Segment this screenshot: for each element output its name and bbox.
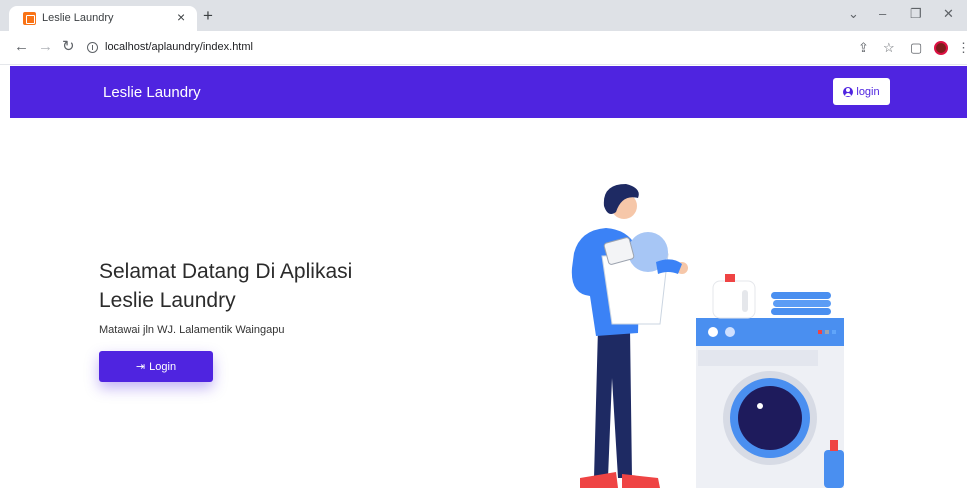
menu-icon[interactable]: ⋮ [957, 40, 967, 56]
tab-title: Leslie Laundry [42, 12, 114, 24]
hero-title-line: Selamat Datang Di Aplikasi [99, 260, 353, 283]
new-tab-icon[interactable]: + [203, 7, 213, 24]
user-circle-icon [843, 86, 854, 97]
favicon-icon [23, 12, 36, 25]
tab-search-icon[interactable]: ⌄ [848, 6, 859, 22]
browser-toolbar: ← → ↻ localhost/aplaundry/index.html ⇪ ☆… [0, 31, 967, 65]
bookmark-star-icon[interactable]: ☆ [883, 40, 895, 56]
page: Leslie Laundry × + ⌄ – ❐ ✕ ← → ↻ localho… [0, 0, 967, 488]
sign-in-icon: ⇥ [135, 360, 146, 373]
back-icon[interactable]: ← [14, 39, 29, 55]
profile-avatar-icon[interactable] [934, 41, 948, 55]
brand-title[interactable]: Leslie Laundry [103, 84, 201, 101]
forward-icon[interactable]: → [38, 39, 53, 55]
hero-login-button[interactable]: ⇥ Login [99, 351, 213, 382]
browser-tab[interactable]: Leslie Laundry × [9, 6, 197, 31]
hero-address: Matawai jln WJ. Lalamentik Waingapu [99, 324, 285, 336]
restore-icon[interactable]: ❐ [910, 6, 922, 22]
reload-icon[interactable]: ↻ [62, 39, 75, 55]
site-info-icon[interactable] [87, 42, 98, 53]
app-navbar: Leslie Laundry login [10, 66, 967, 118]
navbar-login-button[interactable]: login [833, 78, 890, 105]
share-icon[interactable]: ⇪ [858, 40, 869, 56]
hero-login-label: Login [149, 360, 177, 373]
address-input[interactable]: localhost/aplaundry/index.html [105, 41, 253, 53]
minimize-icon[interactable]: – [879, 6, 886, 22]
tab-close-icon[interactable]: × [177, 9, 185, 25]
navbar-login-label: login [856, 85, 880, 98]
hero-title-line: Leslie Laundry [99, 289, 236, 312]
browser-tabstrip: Leslie Laundry × + ⌄ – ❐ ✕ [0, 0, 967, 31]
hero-title: Selamat Datang Di Aplikasi Leslie Laundr… [99, 257, 419, 315]
sidepanel-icon[interactable]: ▢ [910, 40, 922, 56]
close-window-icon[interactable]: ✕ [943, 6, 954, 22]
laundry-woman-illustration [571, 184, 844, 488]
